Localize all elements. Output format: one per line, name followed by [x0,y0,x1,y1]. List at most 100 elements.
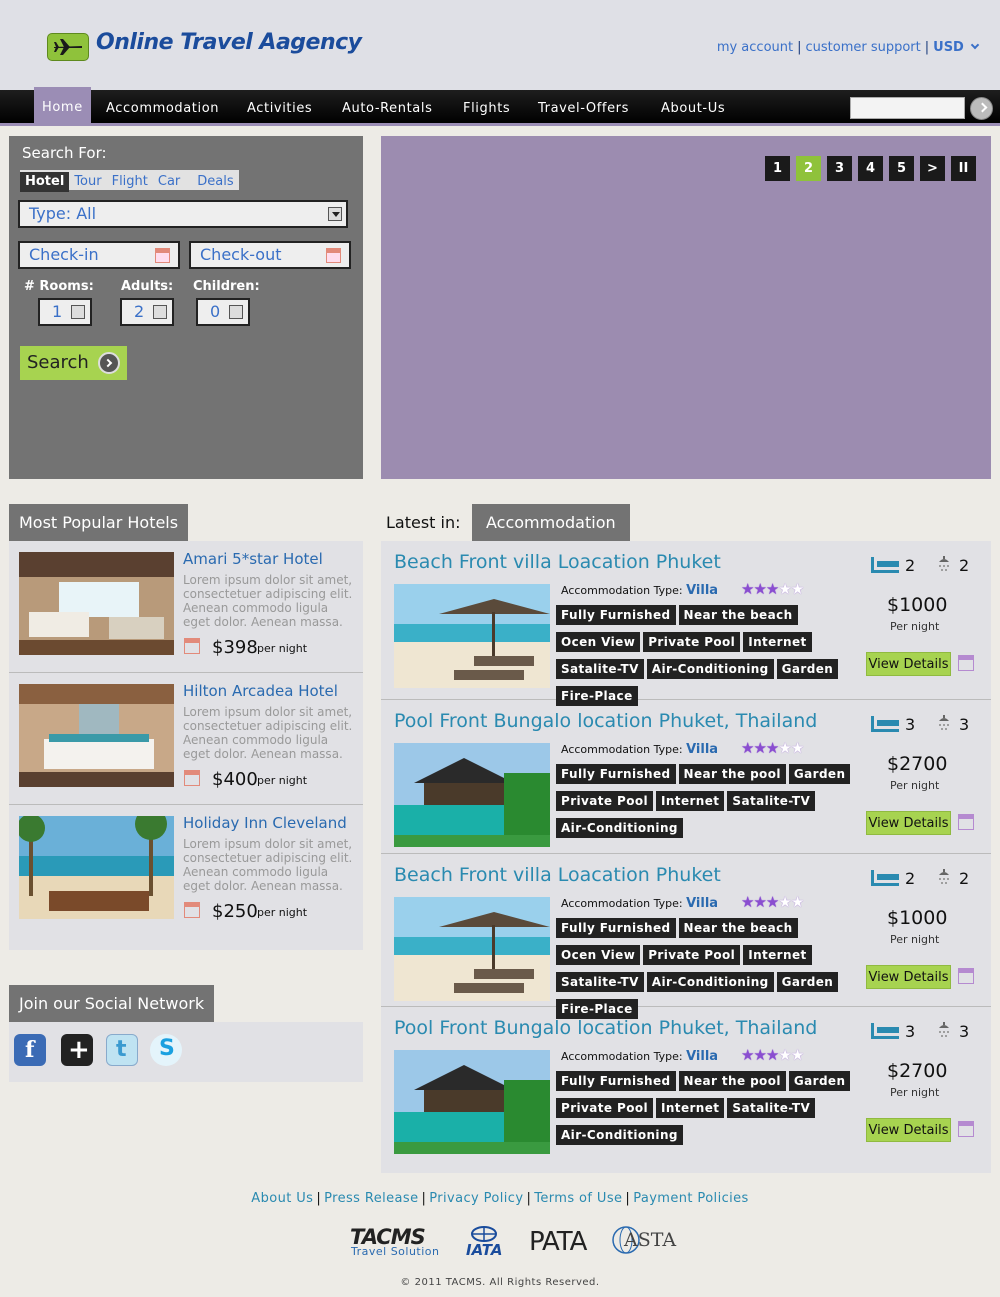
rating-star-icon[interactable]: ★ [741,893,754,911]
calendar-icon[interactable] [184,638,200,654]
rating-star-icon[interactable]: ★ [778,739,791,757]
slider-page-2[interactable]: 2 [796,156,821,181]
accommodation-photo[interactable] [394,584,550,688]
hotel-photo[interactable] [19,816,174,919]
my-account-link[interactable]: my account [717,40,793,55]
skype-icon[interactable]: S [150,1034,182,1066]
shower-icon [939,556,949,571]
chevron-down-icon[interactable] [229,305,243,319]
nav-activities[interactable]: Activities [247,90,312,126]
rooms-select[interactable]: 1 [38,298,92,326]
rating-star-icon[interactable]: ★ [766,580,779,598]
footer-link-press[interactable]: Press Release [324,1191,418,1206]
rating-star-icon[interactable]: ★ [791,893,804,911]
featured-slider[interactable]: 1 2 3 4 5 > II [381,136,991,479]
nav-travel-offers[interactable]: Travel-Offers [538,90,629,126]
accommodation-title[interactable]: Pool Front Bungalo location Phuket, Thai… [394,710,817,732]
slider-page-1[interactable]: 1 [765,156,790,181]
checkin-field[interactable]: Check-in [18,241,180,269]
view-details-button[interactable]: View Details [866,652,951,676]
calendar-icon[interactable] [184,902,200,918]
hotel-name[interactable]: Amari 5*star Hotel [183,550,323,568]
rating-star-icon[interactable]: ★ [741,1046,754,1064]
tab-flight[interactable]: Flight [107,172,153,192]
rooms-label: # Rooms: [24,279,94,294]
tab-deals[interactable]: Deals [185,172,238,192]
customer-support-link[interactable]: customer support [805,40,920,55]
view-details-button[interactable]: View Details [866,965,951,989]
google-plus-icon[interactable]: + [61,1034,93,1066]
type-select[interactable]: Type: All [18,200,348,228]
calendar-icon[interactable] [958,968,974,984]
rating-star-icon[interactable]: ★ [753,893,766,911]
tab-tour[interactable]: Tour [69,172,106,192]
footer-link-terms[interactable]: Terms of Use [534,1191,622,1206]
accommodation-photo[interactable] [394,897,550,1001]
nav-auto-rentals[interactable]: Auto-Rentals [342,90,432,126]
rating-star-icon[interactable]: ★ [778,1046,791,1064]
latest-category-tab[interactable]: Accommodation [472,504,630,541]
checkout-field[interactable]: Check-out [189,241,351,269]
currency-select[interactable]: USD [933,40,964,55]
hotel-photo[interactable] [19,552,174,655]
rating-star-icon[interactable]: ★ [791,739,804,757]
tab-hotel[interactable]: Hotel [20,172,70,192]
tab-car[interactable]: Car [153,172,185,192]
slider-page-4[interactable]: 4 [858,156,883,181]
nav-flights[interactable]: Flights [463,90,510,126]
calendar-icon[interactable] [326,248,341,263]
slider-page-3[interactable]: 3 [827,156,852,181]
nav-home[interactable]: Home [34,87,91,126]
chevron-down-icon[interactable] [153,305,167,319]
rating-star-icon[interactable]: ★ [778,893,791,911]
search-button-label: Search [27,352,89,373]
rating-star-icon[interactable]: ★ [778,580,791,598]
view-details-button[interactable]: View Details [866,1118,951,1142]
accommodation-title[interactable]: Pool Front Bungalo location Phuket, Thai… [394,1017,817,1039]
hotel-name[interactable]: Hilton Arcadea Hotel [183,682,338,700]
adults-select[interactable]: 2 [120,298,174,326]
nav-about-us[interactable]: About-Us [661,90,725,126]
hotel-name[interactable]: Holiday Inn Cleveland [183,814,347,832]
slider-pause-button[interactable]: II [951,156,976,181]
nav-accommodation[interactable]: Accommodation [106,90,219,126]
rating-star-icon[interactable]: ★ [791,1046,804,1064]
accommodation-photo[interactable] [394,743,550,847]
footer-link-payment[interactable]: Payment Policies [633,1191,749,1206]
rating-star-icon[interactable]: ★ [791,580,804,598]
rating-star-icon[interactable]: ★ [766,1046,779,1064]
slider-page-5[interactable]: 5 [889,156,914,181]
calendar-icon[interactable] [958,814,974,830]
rating-star-icon[interactable]: ★ [766,893,779,911]
chevron-down-icon[interactable] [328,207,342,221]
rating-star-icon[interactable]: ★ [741,739,754,757]
search-go-icon[interactable] [970,97,993,120]
slider-next-button[interactable]: > [920,156,945,181]
view-details-button[interactable]: View Details [866,811,951,835]
amenity-tag: Near the beach [678,918,798,938]
accommodation-title[interactable]: Beach Front villa Loacation Phuket [394,864,721,886]
accommodation-photo[interactable] [394,1050,550,1154]
chevron-down-icon[interactable] [970,40,980,50]
accommodation-title[interactable]: Beach Front villa Loacation Phuket [394,551,721,573]
search-button[interactable]: Search [20,346,127,380]
calendar-icon[interactable] [958,655,974,671]
hotel-photo[interactable] [19,684,174,787]
calendar-icon[interactable] [184,770,200,786]
rating-star-icon[interactable]: ★ [766,739,779,757]
rating-star-icon[interactable]: ★ [753,1046,766,1064]
search-input[interactable] [850,97,965,119]
footer-link-privacy[interactable]: Privacy Policy [429,1191,523,1206]
children-select[interactable]: 0 [196,298,250,326]
facebook-icon[interactable]: f [14,1034,46,1066]
plane-logo-icon[interactable] [47,33,89,61]
twitter-icon[interactable]: t [106,1034,138,1066]
logo-text[interactable]: Online Travel Aagency [96,30,362,55]
calendar-icon[interactable] [155,248,170,263]
rating-star-icon[interactable]: ★ [741,580,754,598]
footer-link-about[interactable]: About Us [251,1191,313,1206]
rating-star-icon[interactable]: ★ [753,739,766,757]
calendar-icon[interactable] [958,1121,974,1137]
chevron-down-icon[interactable] [71,305,85,319]
rating-star-icon[interactable]: ★ [753,580,766,598]
